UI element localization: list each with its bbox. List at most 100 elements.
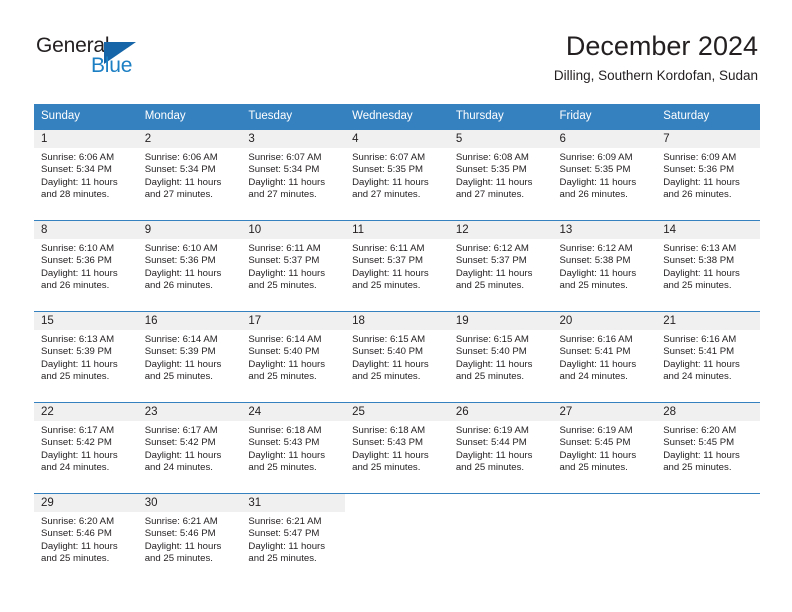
daylight-text-line2: and 25 minutes. <box>352 279 421 291</box>
day-cell-content: 8 Sunrise: 6:10 AM Sunset: 5:36 PM Daylight… <box>34 221 138 311</box>
day-number: 20 <box>552 312 657 330</box>
day-number: 18 <box>345 312 449 330</box>
sunset-text: Sunset: 5:36 PM <box>144 255 216 267</box>
calendar-day-cell[interactable]: 14 Sunrise: 6:13 AM Sunset: 5:38 PM Dayligh… <box>656 220 760 312</box>
daylight-text-line2: and 27 minutes. <box>248 188 317 200</box>
calendar-day-cell[interactable]: 24 Sunrise: 6:18 AM Sunset: 5:43 PM Dayligh… <box>241 402 346 494</box>
sunrise-text: Sunrise: 6:09 AM <box>559 152 633 163</box>
calendar-day-cell[interactable] <box>448 493 553 584</box>
day-number: 17 <box>241 312 346 330</box>
day-number: 26 <box>448 403 553 421</box>
day-details: Sunrise: 6:20 AM Sunset: 5:46 PM Daylight:… <box>34 512 138 565</box>
calendar-day-cell[interactable]: 10 Sunrise: 6:11 AM Sunset: 5:37 PM Dayligh… <box>241 220 346 312</box>
calendar-day-cell[interactable]: 23 Sunrise: 6:17 AM Sunset: 5:42 PM Dayligh… <box>137 402 242 494</box>
calendar-day-cell[interactable]: 2 Sunrise: 6:06 AM Sunset: 5:34 PM Daylight… <box>137 129 242 221</box>
calendar-day-cell[interactable]: 27 Sunrise: 6:19 AM Sunset: 5:45 PM Dayligh… <box>552 402 657 494</box>
daylight-text-line2: and 26 minutes. <box>41 279 110 291</box>
day-details: Sunrise: 6:07 AM Sunset: 5:35 PM Daylight:… <box>345 148 449 201</box>
day-details: Sunrise: 6:17 AM Sunset: 5:42 PM Daylight:… <box>138 421 242 474</box>
day-details: Sunrise: 6:09 AM Sunset: 5:35 PM Daylight:… <box>553 148 657 201</box>
day-cell-content <box>449 494 553 584</box>
sunrise-text: Sunrise: 6:17 AM <box>144 425 218 436</box>
day-cell-content: 29 Sunrise: 6:20 AM Sunset: 5:46 PM Dayligh… <box>34 494 138 584</box>
calendar-day-cell[interactable]: 31 Sunrise: 6:21 AM Sunset: 5:47 PM Dayligh… <box>241 493 346 584</box>
calendar-day-cell[interactable]: 12 Sunrise: 6:12 AM Sunset: 5:37 PM Dayligh… <box>448 220 553 312</box>
day-cell-content: 23 Sunrise: 6:17 AM Sunset: 5:42 PM Dayligh… <box>137 403 242 493</box>
daylight-text-line2: and 25 minutes. <box>144 552 213 564</box>
sunset-text: Sunset: 5:45 PM <box>559 437 631 449</box>
calendar-day-cell[interactable] <box>656 493 760 584</box>
calendar-day-cell[interactable]: 4 Sunrise: 6:07 AM Sunset: 5:35 PM Daylight… <box>345 129 449 221</box>
daylight-text-line1: Daylight: 11 hours <box>248 449 326 461</box>
sunset-text: Sunset: 5:36 PM <box>663 164 735 176</box>
calendar-day-cell[interactable]: 29 Sunrise: 6:20 AM Sunset: 5:46 PM Dayligh… <box>34 493 138 584</box>
brand-logo[interactable]: General Blue <box>36 34 186 82</box>
page-title: December 2024 <box>565 31 758 61</box>
day-details: Sunrise: 6:18 AM Sunset: 5:43 PM Daylight:… <box>345 421 449 474</box>
calendar-day-cell[interactable]: 6 Sunrise: 6:09 AM Sunset: 5:35 PM Daylight… <box>552 129 657 221</box>
sunrise-text: Sunrise: 6:07 AM <box>352 152 426 163</box>
daylight-text-line1: Daylight: 11 hours <box>559 358 637 370</box>
calendar-day-cell[interactable]: 26 Sunrise: 6:19 AM Sunset: 5:44 PM Dayligh… <box>448 402 553 494</box>
day-number <box>449 494 553 512</box>
day-details: Sunrise: 6:20 AM Sunset: 5:45 PM Daylight:… <box>656 421 760 474</box>
day-number <box>656 494 760 512</box>
calendar-day-cell[interactable]: 7 Sunrise: 6:09 AM Sunset: 5:36 PM Daylight… <box>656 129 760 221</box>
day-details: Sunrise: 6:10 AM Sunset: 5:36 PM Daylight:… <box>34 239 138 292</box>
daylight-text-line2: and 27 minutes. <box>144 188 213 200</box>
calendar-day-cell[interactable]: 15 Sunrise: 6:13 AM Sunset: 5:39 PM Dayligh… <box>34 311 138 403</box>
calendar-day-cell[interactable]: 11 Sunrise: 6:11 AM Sunset: 5:37 PM Dayligh… <box>345 220 449 312</box>
daylight-text-line2: and 26 minutes. <box>144 279 213 291</box>
day-cell-content <box>345 494 449 584</box>
calendar-day-cell[interactable]: 22 Sunrise: 6:17 AM Sunset: 5:42 PM Dayligh… <box>34 402 138 494</box>
calendar-day-cell[interactable]: 9 Sunrise: 6:10 AM Sunset: 5:36 PM Daylight… <box>137 220 242 312</box>
calendar-week-row: 29 Sunrise: 6:20 AM Sunset: 5:46 PM Dayligh… <box>34 493 760 584</box>
calendar-day-cell[interactable]: 30 Sunrise: 6:21 AM Sunset: 5:46 PM Dayligh… <box>137 493 242 584</box>
daylight-text-line2: and 25 minutes. <box>248 370 317 382</box>
day-number: 10 <box>241 221 346 239</box>
day-cell-content: 13 Sunrise: 6:12 AM Sunset: 5:38 PM Dayligh… <box>552 221 657 311</box>
daylight-text-line2: and 28 minutes. <box>41 188 110 200</box>
day-number <box>345 494 449 512</box>
title-block: December 2024 Dilling, Southern Kordofan… <box>554 30 758 84</box>
calendar-day-cell[interactable]: 17 Sunrise: 6:14 AM Sunset: 5:40 PM Dayligh… <box>241 311 346 403</box>
day-cell-content: 28 Sunrise: 6:20 AM Sunset: 5:45 PM Dayligh… <box>656 403 760 493</box>
day-details: Sunrise: 6:15 AM Sunset: 5:40 PM Daylight:… <box>345 330 449 383</box>
weekday-header-friday: Friday <box>552 104 657 130</box>
calendar-day-cell[interactable]: 28 Sunrise: 6:20 AM Sunset: 5:45 PM Dayligh… <box>656 402 760 494</box>
calendar-day-cell[interactable]: 13 Sunrise: 6:12 AM Sunset: 5:38 PM Dayligh… <box>552 220 657 312</box>
daylight-text-line2: and 27 minutes. <box>455 188 525 200</box>
daylight-text-line2: and 25 minutes. <box>455 370 525 382</box>
calendar-day-cell[interactable] <box>345 493 449 584</box>
calendar-day-cell[interactable]: 19 Sunrise: 6:15 AM Sunset: 5:40 PM Dayligh… <box>448 311 553 403</box>
calendar-day-cell[interactable]: 16 Sunrise: 6:14 AM Sunset: 5:39 PM Dayligh… <box>137 311 242 403</box>
sunrise-text: Sunrise: 6:09 AM <box>663 152 737 163</box>
sunrise-text: Sunrise: 6:10 AM <box>144 243 218 254</box>
daylight-text-line2: and 26 minutes. <box>559 188 628 200</box>
calendar-day-cell[interactable]: 8 Sunrise: 6:10 AM Sunset: 5:36 PM Daylight… <box>34 220 138 312</box>
sunset-text: Sunset: 5:44 PM <box>455 437 527 449</box>
calendar-day-cell[interactable]: 5 Sunrise: 6:08 AM Sunset: 5:35 PM Daylight… <box>448 129 553 221</box>
sunset-text: Sunset: 5:46 PM <box>144 528 216 540</box>
page-header: General Blue December 2024 Dilling, Sout… <box>0 0 792 83</box>
calendar-day-cell[interactable] <box>552 493 657 584</box>
sunset-text: Sunset: 5:34 PM <box>41 164 112 176</box>
calendar-day-cell[interactable]: 18 Sunrise: 6:15 AM Sunset: 5:40 PM Dayligh… <box>345 311 449 403</box>
day-details: Sunrise: 6:09 AM Sunset: 5:36 PM Daylight:… <box>656 148 760 201</box>
calendar-day-cell[interactable]: 21 Sunrise: 6:16 AM Sunset: 5:41 PM Dayligh… <box>656 311 760 403</box>
calendar-day-cell[interactable]: 25 Sunrise: 6:18 AM Sunset: 5:43 PM Dayligh… <box>345 402 449 494</box>
daylight-text-line2: and 25 minutes. <box>663 461 732 473</box>
daylight-text-line1: Daylight: 11 hours <box>41 176 118 188</box>
sunset-text: Sunset: 5:45 PM <box>663 437 735 449</box>
daylight-text-line1: Daylight: 11 hours <box>144 267 222 279</box>
daylight-text-line1: Daylight: 11 hours <box>144 176 222 188</box>
calendar-day-cell[interactable]: 1 Sunrise: 6:06 AM Sunset: 5:34 PM Daylight… <box>34 129 138 221</box>
day-number: 30 <box>137 494 242 512</box>
calendar-day-cell[interactable]: 3 Sunrise: 6:07 AM Sunset: 5:34 PM Daylight… <box>241 129 346 221</box>
day-cell-content: 20 Sunrise: 6:16 AM Sunset: 5:41 PM Dayligh… <box>552 312 657 402</box>
daylight-text-line2: and 25 minutes. <box>559 461 628 473</box>
day-number: 28 <box>656 403 760 421</box>
sunset-text: Sunset: 5:34 PM <box>144 164 216 176</box>
calendar-day-cell[interactable]: 20 Sunrise: 6:16 AM Sunset: 5:41 PM Dayligh… <box>552 311 657 403</box>
daylight-text-line2: and 25 minutes. <box>352 370 421 382</box>
